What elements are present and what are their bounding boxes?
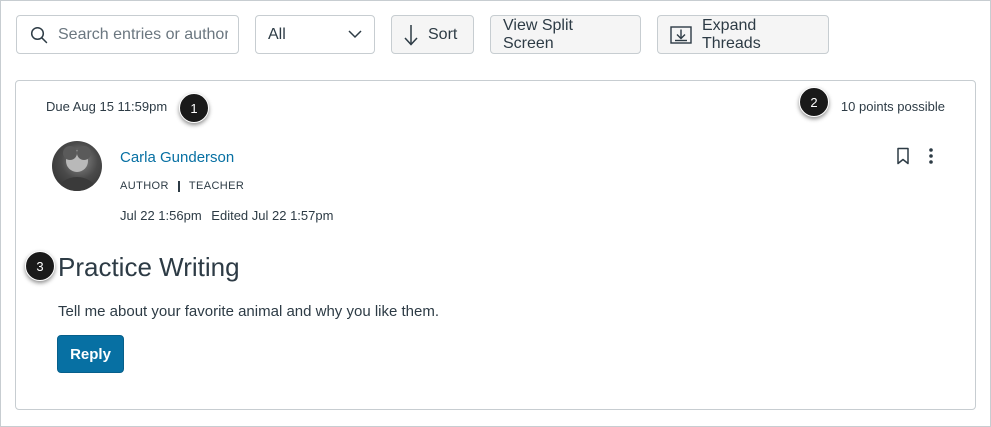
bookmark-icon[interactable] bbox=[896, 147, 910, 165]
chevron-down-icon bbox=[348, 26, 362, 44]
avatar[interactable] bbox=[52, 141, 102, 191]
due-date: Due Aug 15 11:59pm bbox=[46, 99, 168, 114]
arrow-down-icon bbox=[404, 24, 418, 46]
sort-button[interactable]: Sort bbox=[391, 15, 474, 54]
sort-button-label: Sort bbox=[428, 25, 458, 43]
reply-button[interactable]: Reply bbox=[57, 335, 124, 373]
filter-select[interactable]: All bbox=[255, 15, 375, 54]
discussion-topic-panel: Due Aug 15 11:59pm 10 points possible Ca… bbox=[15, 80, 976, 410]
role-author: AUTHOR bbox=[120, 180, 169, 192]
expand-threads-button[interactable]: Expand Threads bbox=[657, 15, 829, 54]
points-possible: 10 points possible bbox=[840, 99, 945, 114]
filter-select-value: All bbox=[268, 25, 286, 43]
callout-badge-3: 3 bbox=[25, 251, 55, 281]
view-split-screen-label: View Split Screen bbox=[503, 16, 573, 52]
more-vertical-icon[interactable] bbox=[924, 147, 938, 165]
discussion-toolbar: All Sort View Split Screen bbox=[16, 15, 829, 54]
search-input[interactable] bbox=[58, 25, 228, 44]
topic-title: Practice Writing bbox=[58, 252, 240, 282]
topic-message: Tell me about your favorite animal and w… bbox=[58, 303, 440, 320]
callout-badge-1: 1 bbox=[179, 93, 209, 123]
role-teacher: TEACHER bbox=[188, 180, 245, 192]
expand-threads-label: Expand Threads bbox=[702, 16, 761, 52]
author-roles: AUTHOR TEACHER bbox=[120, 180, 244, 192]
role-separator bbox=[177, 180, 180, 192]
page-frame: All Sort View Split Screen bbox=[0, 0, 991, 427]
search-icon bbox=[29, 25, 49, 45]
author-name-link[interactable]: Carla Gunderson bbox=[120, 149, 234, 166]
view-split-screen-button[interactable]: View Split Screen bbox=[490, 15, 641, 54]
edited-date: Edited Jul 22 1:57pm bbox=[211, 208, 334, 223]
post-timestamps: Jul 22 1:56pm Edited Jul 22 1:57pm bbox=[120, 208, 333, 223]
posted-date: Jul 22 1:56pm bbox=[120, 208, 202, 223]
callout-badge-2: 2 bbox=[799, 87, 829, 117]
expand-threads-icon bbox=[670, 25, 692, 44]
search-box[interactable] bbox=[16, 15, 239, 54]
